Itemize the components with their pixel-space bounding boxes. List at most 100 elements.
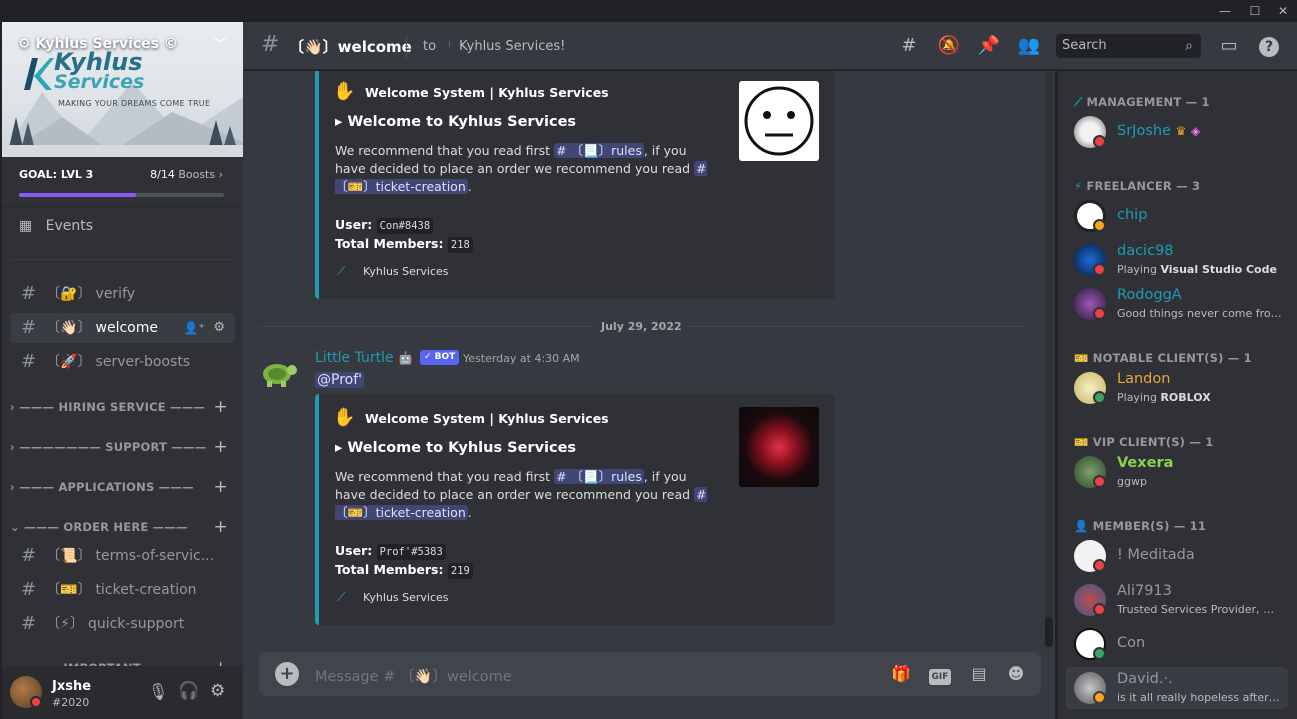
member-rodogga[interactable]: RodoggA Good things never come from ...	[1066, 283, 1288, 325]
member-list-icon[interactable]: 👥	[1017, 34, 1041, 58]
close-button[interactable]: ✕	[1268, 0, 1297, 22]
title-bar: — ☐ ✕	[0, 0, 1297, 22]
dnd-status-icon	[1093, 603, 1106, 616]
chevron-down-icon[interactable]: ﹀	[213, 34, 227, 54]
red-flower-thumbnail[interactable]	[739, 407, 819, 487]
hash-icon: #	[261, 32, 280, 57]
pin-icon[interactable]: 📌	[977, 34, 1001, 58]
hash-icon: #	[21, 613, 37, 634]
user-settings-gear-icon[interactable]: ⚙	[210, 681, 225, 701]
plus-icon[interactable]: +	[214, 517, 228, 537]
member-con[interactable]: Con	[1066, 623, 1288, 665]
gift-icon[interactable]: 🎁	[889, 662, 913, 686]
divider	[406, 36, 407, 58]
wave-icon: ✋	[333, 81, 356, 102]
boost-gem-icon: ◈	[1190, 124, 1201, 138]
category-applications[interactable]: › ——— APPLICATIONS ——— +	[10, 477, 236, 497]
member-landon[interactable]: Landon Playing ROBLOX	[1066, 367, 1288, 409]
ticket-icon: 🎫	[1074, 435, 1089, 449]
embed-members-field: Total Members: 219	[335, 562, 473, 579]
embed-footer: Kyhlus Services	[363, 265, 449, 278]
attach-plus-icon[interactable]: +	[275, 662, 299, 686]
dnd-status-icon	[1093, 559, 1106, 572]
member-name: chip	[1117, 207, 1148, 223]
member-activity: Playing Visual Studio Code	[1117, 263, 1277, 276]
channel-ticket-creation[interactable]: # 〔🎫〕 ticket-creation	[11, 575, 235, 605]
embed-author: Welcome System | Kyhlus Services	[365, 411, 609, 426]
embed-user-field: User: Prof'#5383	[335, 543, 446, 560]
member-meditada[interactable]: ! Meditada	[1066, 535, 1288, 577]
member-activity: Trusted Services Provider, Hig...	[1117, 603, 1282, 616]
member-dacic98[interactable]: dacic98 Playing Visual Studio Code	[1066, 239, 1288, 281]
channel-server-boosts[interactable]: # 〔🚀〕 server-boosts	[11, 347, 235, 377]
server-banner[interactable]: ⚙ Kyhlus Services © ﹀ Kyhlus Services MA…	[2, 22, 243, 157]
category-hiring-service[interactable]: › ——— HIRING SERVICE ——— +	[10, 397, 236, 417]
user-tag: #2020	[52, 696, 90, 709]
channel-verify[interactable]: # 〔🔐〕 verify	[11, 279, 235, 309]
member-name: ! Meditada	[1117, 547, 1195, 563]
message-input[interactable]: Message # 〔👋🏻〕welcome	[315, 665, 512, 686]
role-header-vip-clients: 🎫 VIP CLIENT(S) — 1	[1074, 435, 1214, 449]
server-logo-text: Kyhlus Services	[54, 48, 145, 93]
channel-sidebar: ⚙ Kyhlus Services © ﹀ Kyhlus Services MA…	[2, 22, 243, 719]
member-david[interactable]: David.·. is it all really hopeless after…	[1066, 667, 1288, 709]
threads-icon[interactable]: #	[897, 34, 921, 58]
rules-channel-mention[interactable]: # 〔📃〕rules	[554, 469, 644, 484]
user-mention[interactable]: @Prof'	[315, 372, 364, 388]
member-srjoshe[interactable]: SrJoshe ♛ ◈	[1066, 111, 1288, 153]
plus-icon[interactable]: +	[214, 477, 228, 497]
rules-channel-mention[interactable]: # 〔📃〕rules	[554, 143, 644, 158]
minimize-button[interactable]: —	[1210, 0, 1240, 22]
dnd-status-icon	[1093, 475, 1106, 488]
channel-welcome[interactable]: # 〔👋🏻〕 welcome 👤⁺ ⚙	[11, 313, 235, 343]
gear-icon[interactable]: ⚙	[213, 313, 225, 343]
embed-description: We recommend that you read first # 〔📃〕ru…	[335, 469, 707, 520]
invite-icon[interactable]: 👤⁺	[184, 313, 205, 343]
member-vexera[interactable]: Vexera ggwp	[1066, 451, 1288, 493]
member-ali7913[interactable]: Ali7913 Trusted Services Provider, Hig..…	[1066, 579, 1288, 621]
microphone-icon[interactable]: 🎙	[148, 682, 168, 701]
boost-goal[interactable]: GOAL: LVL 3 8/14 Boosts ›	[2, 157, 243, 207]
dnd-status-icon	[1093, 307, 1106, 320]
plus-icon[interactable]: +	[214, 437, 228, 457]
server-tagline: MAKING YOUR DREAMS COME TRUE	[58, 99, 211, 108]
chat-scrollbar[interactable]	[1045, 72, 1053, 647]
server-logo-icon	[24, 58, 54, 90]
robot-icon: 🤖	[398, 351, 414, 365]
role-header-notable-clients: 🎫 NOTABLE CLIENT(S) — 1	[1074, 351, 1252, 365]
channel-quick-support[interactable]: # 〔⚡〕 quick-support	[11, 609, 235, 639]
neutral-face-thumbnail[interactable]	[739, 81, 819, 161]
events-item[interactable]: ▦ Events	[19, 218, 93, 234]
embed-author: Welcome System | Kyhlus Services	[365, 85, 609, 100]
channel-topic[interactable]: to ᵎ Kyhlus Services!	[423, 39, 565, 54]
chat-area: ✋ Welcome System | Kyhlus Services ▸ Wel…	[243, 71, 1055, 719]
emoji-icon[interactable]: ☻	[1004, 662, 1028, 686]
embed-members-field: Total Members: 218	[335, 236, 473, 253]
category-order-here[interactable]: ⌄ ——— ORDER HERE ——— +	[10, 517, 236, 537]
search-icon: ⌕	[1185, 38, 1193, 54]
member-name: David.·.	[1117, 671, 1173, 687]
role-icon: ⟋	[1074, 95, 1083, 109]
mute-bell-icon[interactable]: 🔕	[937, 34, 961, 58]
channel-terms-of-service[interactable]: # 〔📜〕 terms-of-servic...	[11, 541, 235, 571]
message-composer[interactable]: + Message # 〔👋🏻〕welcome 🎁 GIF ▤ ☻	[259, 652, 1041, 696]
online-status-icon	[1093, 391, 1106, 404]
help-icon[interactable]: ?	[1257, 34, 1281, 58]
boost-progress-fill	[19, 193, 136, 197]
member-chip[interactable]: chip	[1066, 195, 1288, 237]
search-input[interactable]: Search ⌕	[1056, 34, 1201, 58]
headphones-icon[interactable]: 🎧	[178, 681, 199, 701]
maximize-button[interactable]: ☐	[1240, 0, 1270, 22]
dnd-status-icon	[30, 696, 42, 708]
scrollbar-thumb[interactable]	[1045, 617, 1053, 647]
turtle-avatar[interactable]	[259, 352, 299, 392]
sticker-icon[interactable]: ▤	[967, 662, 991, 686]
inbox-icon[interactable]: ▭	[1217, 34, 1241, 58]
hash-icon: #	[21, 351, 37, 372]
embed-user-field: User: Con#8438	[335, 217, 434, 234]
embed-title: ▸ Welcome to Kyhlus Services	[335, 440, 577, 456]
category-support[interactable]: › ——————— SUPPORT ——— +	[10, 437, 236, 457]
gif-button[interactable]: GIF	[927, 662, 953, 686]
bot-username[interactable]: Little Turtle 🤖	[315, 350, 413, 366]
plus-icon[interactable]: +	[214, 397, 228, 417]
